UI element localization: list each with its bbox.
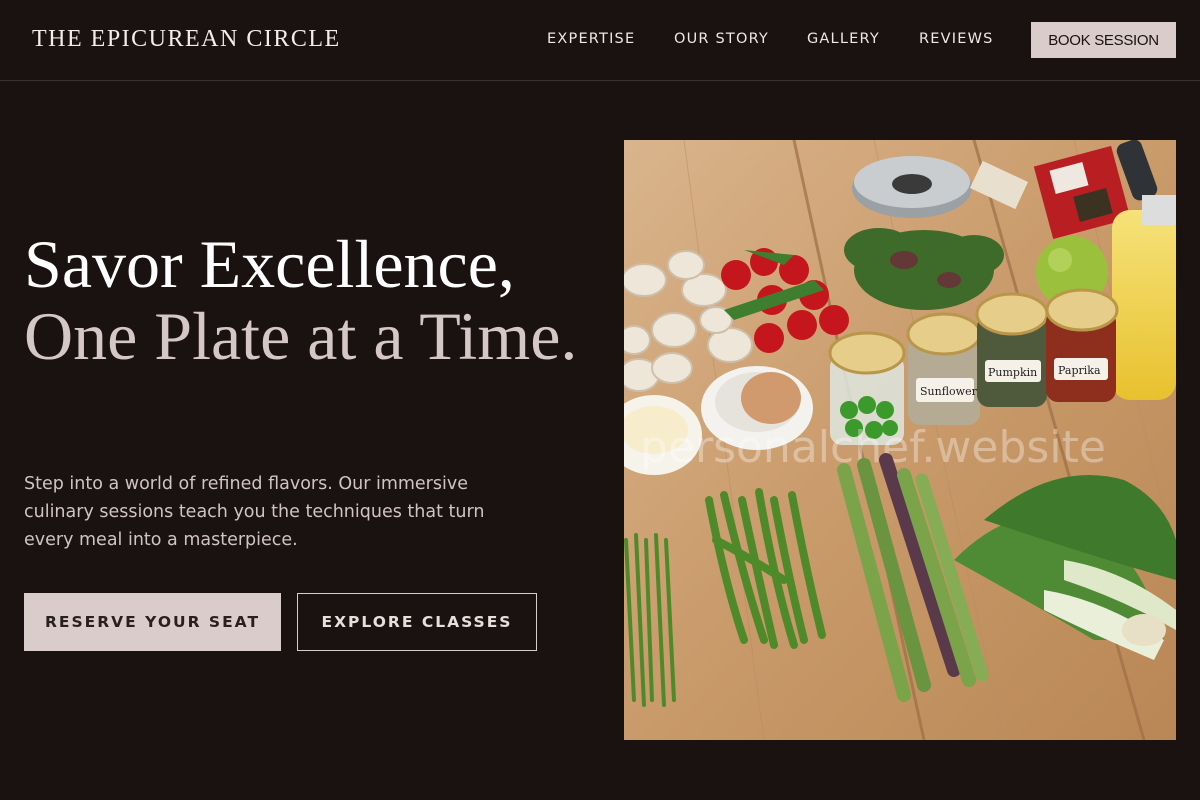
- nav-link-our-story[interactable]: OUR STORY: [674, 31, 769, 47]
- hero-description: Step into a world of refined flavors. Ou…: [24, 474, 485, 550]
- site-header: THE EPICUREAN CIRCLE EXPERTISE OUR STORY…: [0, 0, 1200, 81]
- image-watermark: personalchef.website: [640, 422, 1106, 473]
- hero-headline-line1: Savor Excellence,: [24, 226, 515, 302]
- jar-label-paprika: Paprika: [1058, 364, 1101, 377]
- reserve-seat-button[interactable]: RESERVE YOUR SEAT: [24, 593, 281, 651]
- explore-classes-button[interactable]: EXPLORE CLASSES: [297, 593, 537, 651]
- nav-link-gallery[interactable]: GALLERY: [807, 31, 880, 47]
- brand-logo[interactable]: THE EPICUREAN CIRCLE: [32, 26, 341, 53]
- hero-headline-line2: One Plate at a Time.: [24, 298, 578, 374]
- nav-link-expertise[interactable]: EXPERTISE: [547, 31, 635, 47]
- nav-link-reviews[interactable]: REVIEWS: [919, 31, 994, 47]
- jar-label-pumpkin: Pumpkin: [988, 366, 1037, 379]
- jar-label-sunflower: Sunflower: [920, 385, 978, 398]
- hero-headline: Savor Excellence, One Plate at a Time.: [24, 228, 604, 372]
- hero-food-image: Sunflower Pumpkin Paprika personalchef.w…: [624, 140, 1176, 740]
- book-session-button[interactable]: BOOK SESSION: [1031, 22, 1176, 58]
